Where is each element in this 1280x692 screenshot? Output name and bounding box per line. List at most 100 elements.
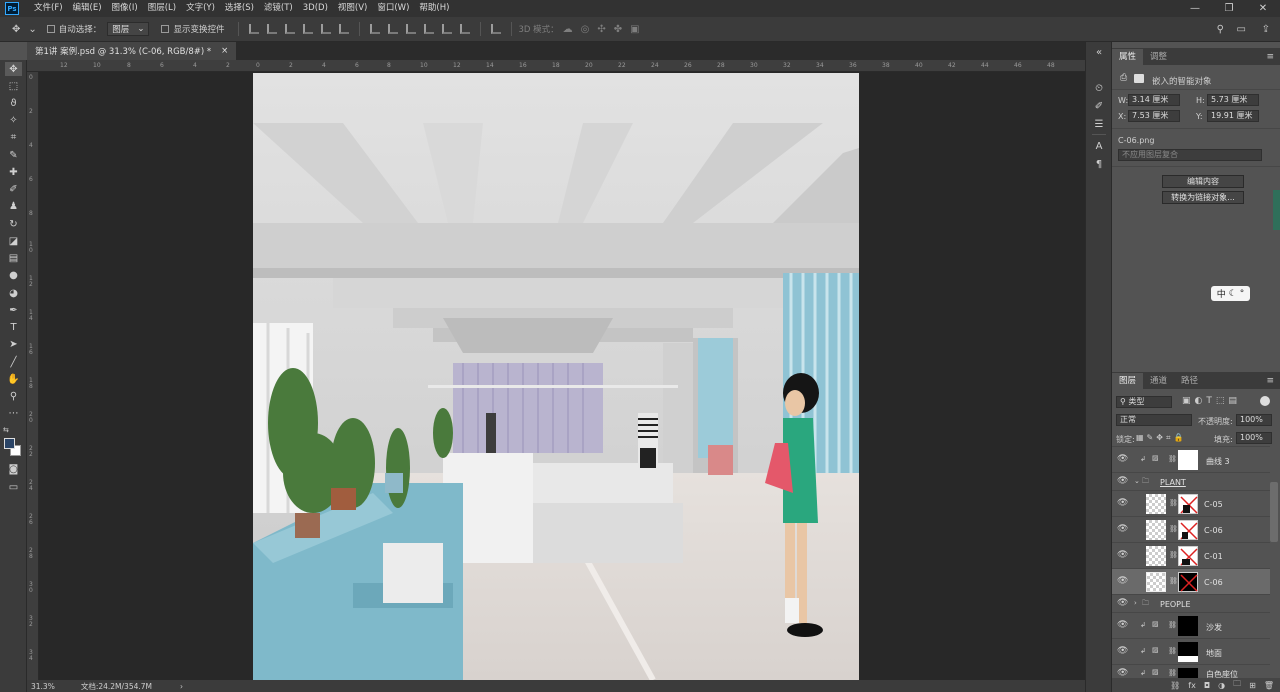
- eye-icon[interactable]: 👁: [1117, 646, 1128, 656]
- hand-tool-icon[interactable]: ✋: [5, 372, 22, 386]
- pen-tool-icon[interactable]: ✒: [5, 303, 22, 317]
- scale-3d-icon[interactable]: ▣: [630, 24, 639, 35]
- eye-icon[interactable]: 👁: [1117, 498, 1128, 508]
- width-field[interactable]: 3.14 厘米: [1128, 94, 1180, 106]
- filter-toggle[interactable]: [1260, 396, 1270, 406]
- filter-icons[interactable]: ▣◐T⬚▤: [1182, 396, 1241, 406]
- menu-3d[interactable]: 3D(D): [298, 0, 333, 17]
- chevron-right-icon[interactable]: ›: [1134, 599, 1137, 607]
- magic-wand-tool-icon[interactable]: ✧: [5, 113, 22, 127]
- swap-colors-icon[interactable]: ⇆: [3, 426, 9, 434]
- menu-edit[interactable]: 编辑(E): [68, 0, 107, 17]
- fill-field[interactable]: 100%: [1236, 432, 1272, 444]
- ime-toolbar[interactable]: 中 ☾ °: [1211, 286, 1250, 301]
- trash-icon[interactable]: 🗑: [1264, 681, 1274, 690]
- orbit-3d-icon[interactable]: ☁: [563, 24, 573, 35]
- tab-layers[interactable]: 图层: [1112, 373, 1144, 389]
- workspace-icon[interactable]: ▭: [1237, 24, 1246, 35]
- screen-mode-icon[interactable]: ▭: [5, 480, 22, 494]
- distribute-bottom-icon[interactable]: [406, 24, 417, 34]
- maximize-button[interactable]: ❐: [1212, 0, 1246, 17]
- panel-menu-icon[interactable]: ≡: [1260, 49, 1280, 65]
- y-field[interactable]: 19.91 厘米: [1207, 110, 1259, 122]
- auto-select-dropdown[interactable]: 图层 ⌄: [107, 22, 150, 36]
- layer-group-plant[interactable]: 👁 ⌄ 🗀 PLANT: [1112, 472, 1270, 490]
- chevron-down-icon[interactable]: ⌄: [28, 24, 36, 35]
- path-select-tool-icon[interactable]: ➤: [5, 337, 22, 351]
- slide-3d-icon[interactable]: ✤: [614, 24, 622, 35]
- close-icon[interactable]: ×: [221, 46, 228, 56]
- eyedropper-tool-icon[interactable]: ✎: [5, 148, 22, 162]
- menu-image[interactable]: 图像(I): [107, 0, 143, 17]
- x-field[interactable]: 7.53 厘米: [1128, 110, 1180, 122]
- new-layer-icon[interactable]: ⊞: [1249, 681, 1256, 690]
- type-tool-icon[interactable]: T: [5, 320, 22, 334]
- fx-icon[interactable]: fx: [1188, 681, 1196, 690]
- add-mask-icon[interactable]: ◘: [1204, 681, 1210, 690]
- collapse-panels-icon[interactable]: «: [1092, 46, 1106, 58]
- move-tool-icon[interactable]: ✥: [5, 62, 22, 76]
- side-edge-widget[interactable]: [1273, 190, 1280, 230]
- marquee-tool-icon[interactable]: ⬚: [5, 79, 22, 93]
- menu-select[interactable]: 选择(S): [220, 0, 259, 17]
- layer-row-floor[interactable]: 👁 ↲ ▨ ⛓ 地面: [1112, 638, 1270, 664]
- align-vcenter-icon[interactable]: [267, 24, 278, 34]
- show-transform-checkbox[interactable]: [161, 25, 170, 33]
- roll-3d-icon[interactable]: ◎: [581, 24, 590, 35]
- lasso-tool-icon[interactable]: ϑ: [5, 96, 22, 110]
- foreground-color-swatch[interactable]: [4, 438, 15, 449]
- gradient-tool-icon[interactable]: ▤: [5, 251, 22, 265]
- eye-icon[interactable]: 👁: [1117, 550, 1128, 560]
- document-tab[interactable]: 第1讲 案例.psd @ 31.3% (C-06, RGB/8#) * ×: [27, 42, 237, 60]
- distribute-left-icon[interactable]: [424, 24, 435, 34]
- align-bottom-icon[interactable]: [285, 24, 296, 34]
- quick-mask-icon[interactable]: ◙: [5, 462, 22, 476]
- distribute-vcenter-icon[interactable]: [388, 24, 399, 34]
- chevron-down-icon[interactable]: ⌄: [1134, 477, 1140, 485]
- zoom-level[interactable]: 31.3%: [31, 682, 55, 691]
- auto-align-icon[interactable]: [491, 24, 502, 34]
- layer-group-people[interactable]: 👁 › 🗀 PEOPLE: [1112, 594, 1270, 612]
- eye-icon[interactable]: 👁: [1117, 476, 1128, 486]
- dodge-tool-icon[interactable]: ◕: [5, 286, 22, 300]
- layers-scrollbar[interactable]: [1270, 482, 1278, 542]
- menu-window[interactable]: 窗口(W): [372, 0, 414, 17]
- distribute-top-icon[interactable]: [370, 24, 381, 34]
- search-icon[interactable]: ⚲: [1217, 24, 1224, 35]
- blend-mode-dropdown[interactable]: 正常: [1116, 414, 1192, 426]
- history-icon[interactable]: ⏲: [1092, 82, 1106, 94]
- crop-tool-icon[interactable]: ⌗: [5, 130, 22, 144]
- eye-icon[interactable]: 👁: [1117, 620, 1128, 630]
- menu-type[interactable]: 文字(Y): [181, 0, 220, 17]
- tab-adjustments[interactable]: 调整: [1143, 49, 1174, 65]
- document-canvas-image[interactable]: [253, 73, 859, 680]
- edit-contents-button[interactable]: 编辑内容: [1162, 175, 1244, 188]
- layer-row-c06[interactable]: 👁 ⛓ C-06: [1112, 516, 1270, 542]
- line-tool-icon[interactable]: ╱: [5, 355, 22, 369]
- layer-row-c01[interactable]: 👁 ⛓ C-01: [1112, 542, 1270, 568]
- eye-icon[interactable]: 👁: [1117, 524, 1128, 534]
- link-layers-icon[interactable]: ⛓: [1170, 681, 1180, 690]
- align-top-icon[interactable]: [249, 24, 260, 34]
- history-brush-tool-icon[interactable]: ↻: [5, 217, 22, 231]
- layer-row-sofa[interactable]: 👁 ↲ ▨ ⛓ 沙发: [1112, 612, 1270, 638]
- align-right-icon[interactable]: [339, 24, 350, 34]
- blur-tool-icon[interactable]: ●: [5, 268, 22, 282]
- minimize-button[interactable]: —: [1178, 0, 1212, 17]
- brush-tool-icon[interactable]: ✐: [5, 182, 22, 196]
- eraser-tool-icon[interactable]: ◪: [5, 234, 22, 248]
- menu-view[interactable]: 视图(V): [333, 0, 372, 17]
- eye-icon[interactable]: 👁: [1117, 454, 1128, 464]
- eye-icon[interactable]: 👁: [1117, 668, 1128, 678]
- layer-row-curves[interactable]: 👁 ↲ ▨ ⛓ 曲线 3: [1112, 446, 1270, 472]
- move-tool-icon[interactable]: ✥: [12, 24, 20, 35]
- stamp-tool-icon[interactable]: ♟: [5, 199, 22, 213]
- menu-layer[interactable]: 图层(L): [143, 0, 181, 17]
- status-menu-arrow[interactable]: ›: [180, 682, 183, 691]
- align-hcenter-icon[interactable]: [321, 24, 332, 34]
- new-group-icon[interactable]: 🗀: [1233, 678, 1241, 692]
- healing-tool-icon[interactable]: ✚: [5, 165, 22, 179]
- menu-filter[interactable]: 滤镜(T): [259, 0, 298, 17]
- adjustment-icon[interactable]: ◑: [1218, 681, 1225, 690]
- distribute-hcenter-icon[interactable]: [442, 24, 453, 34]
